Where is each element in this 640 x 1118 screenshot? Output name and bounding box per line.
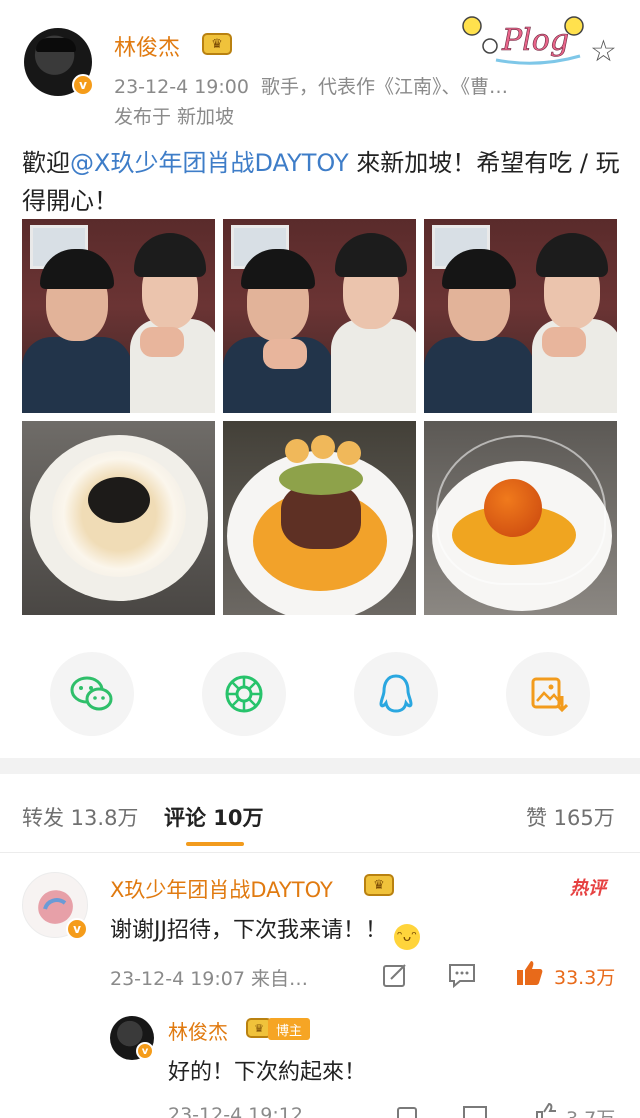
comment-source: 来自…	[251, 968, 309, 990]
grin-emoji-icon: ᵔᴗᵔ	[393, 924, 420, 950]
tab-active-indicator	[186, 842, 244, 846]
plog-sticker: Plog	[462, 16, 584, 65]
photo-selfie-2[interactable]	[223, 219, 416, 413]
like-icon[interactable]	[514, 958, 544, 988]
post-text-prefix: 歡迎	[22, 149, 70, 177]
comment-like-count: 33.3万	[554, 967, 616, 989]
author-bio: 歌手，代表作《江南》、《曹…	[261, 76, 509, 98]
photo-dish-dessert[interactable]	[424, 421, 617, 615]
post-meta: 23-12-4 19:00 歌手，代表作《江南》、《曹…	[114, 72, 508, 99]
reply-like-icon[interactable]	[534, 1102, 558, 1118]
sticker-text: Plog	[501, 23, 569, 58]
favorite-star-icon[interactable]: ☆	[590, 34, 617, 69]
moments-icon	[225, 675, 263, 713]
verified-badge: v	[72, 74, 94, 96]
post-text: 歡迎@X玖少年团肖战DAYTOY 來新加坡！希望有吃 / 玩得開心！	[22, 144, 622, 220]
post-time: 23-12-4 19:00	[114, 76, 249, 98]
tab-likes[interactable]: 赞 165万	[526, 802, 615, 832]
hot-comment-badge: 热评	[570, 878, 606, 899]
photo-selfie-3[interactable]	[424, 219, 617, 413]
reply-reply-icon[interactable]	[462, 1104, 488, 1118]
vip-crown-icon: ♛	[202, 33, 232, 55]
reply-meta: 23-12-4 19:12	[168, 1104, 303, 1118]
share-moments-button[interactable]	[202, 652, 286, 736]
commenter-verified-badge: v	[66, 918, 88, 940]
author-name[interactable]: 林俊杰	[114, 30, 180, 62]
blogger-badge: 博主	[268, 1018, 310, 1040]
share-qq-button[interactable]	[354, 652, 438, 736]
comment-text-body: 谢谢JJ招待，下次我来请！！	[110, 918, 387, 943]
tab-repost[interactable]: 转发 13.8万	[22, 802, 138, 832]
repost-icon[interactable]	[382, 962, 408, 988]
section-divider	[0, 758, 640, 774]
tab-rule	[0, 852, 640, 853]
save-image-icon	[531, 677, 568, 713]
photo-dish-steak[interactable]	[223, 421, 416, 615]
wechat-icon	[70, 676, 113, 711]
reply-like-count: 3.7万	[566, 1104, 615, 1118]
reply-time: 23-12-4 19:12	[168, 1104, 303, 1118]
tab-comments[interactable]: 评论 10万	[164, 802, 264, 832]
reply-verified-badge: v	[136, 1042, 154, 1060]
comment-time: 23-12-4 19:07	[110, 968, 245, 990]
save-image-button[interactable]	[506, 652, 590, 736]
photo-selfie-1[interactable]	[22, 219, 215, 413]
comment-meta: 23-12-4 19:07 来自…	[110, 964, 308, 991]
commenter-vip-crown-icon: ♛	[364, 874, 394, 896]
comment-text: 谢谢JJ招待，下次我来请！！ ᵔᴗᵔ	[110, 912, 420, 950]
reply-text: 好的！下次約起來！	[168, 1060, 367, 1085]
qq-icon	[379, 674, 413, 713]
post-location: 发布于 新加坡	[114, 106, 235, 128]
reply-author-name[interactable]: 林俊杰	[168, 1016, 228, 1045]
commenter-name[interactable]: X玖少年团肖战DAYTOY	[110, 874, 333, 904]
photo-dish-caviar[interactable]	[22, 421, 215, 615]
share-wechat-button[interactable]	[50, 652, 134, 736]
photo-grid	[22, 219, 618, 615]
mention-link[interactable]: @X玖少年团肖战DAYTOY	[70, 149, 349, 177]
reply-repost-icon[interactable]	[396, 1104, 420, 1118]
reply-icon[interactable]	[448, 962, 476, 988]
